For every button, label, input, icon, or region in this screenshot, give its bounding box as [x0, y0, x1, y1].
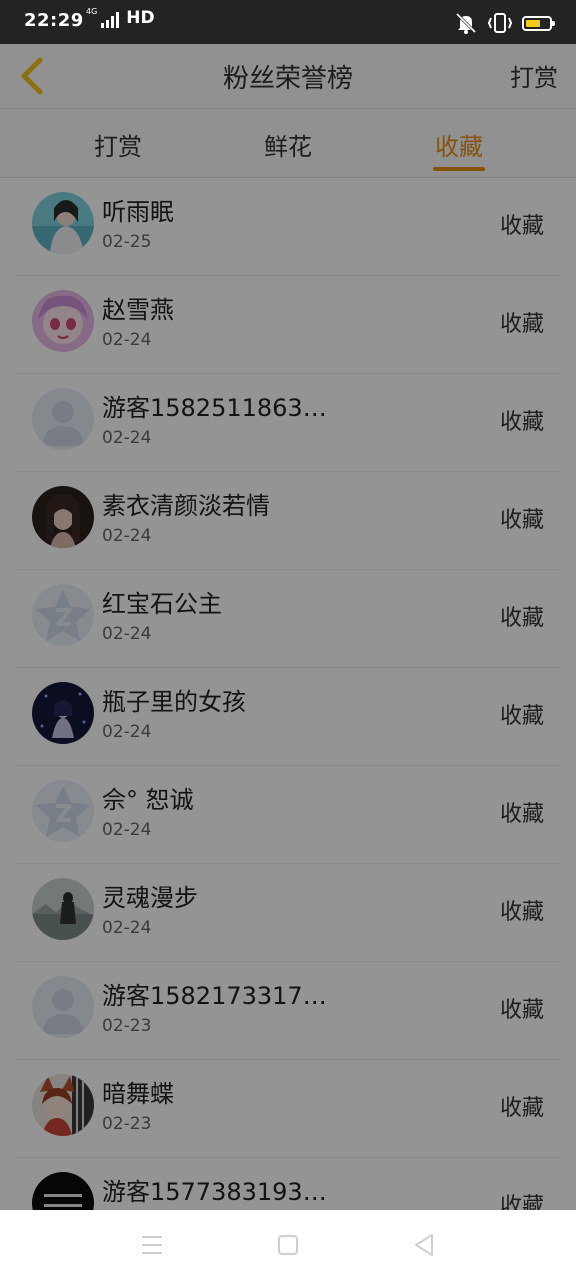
mute-bell-icon [455, 12, 477, 34]
list-item[interactable]: 佘° 恕诚 02-24 收藏 [16, 766, 560, 864]
tab-reward[interactable]: 打赏 [63, 127, 173, 162]
list-item[interactable]: 游客1582511863… 02-24 收藏 [16, 374, 560, 472]
battery-icon [522, 15, 555, 31]
favorite-label: 收藏 [499, 312, 544, 337]
date-label: 02-24 [102, 526, 152, 546]
favorite-label: 收藏 [499, 606, 544, 631]
fan-list: 听雨眠 02-25 收藏 赵雪燕 02-24 收藏 游客1582511863… 02-24 收藏… [0, 178, 576, 1256]
hd-label: HD [126, 8, 155, 28]
reward-button[interactable]: 打赏 [510, 58, 558, 93]
avatar[interactable] [32, 682, 94, 744]
network-type: 4G [86, 7, 98, 16]
date-label: 02-24 [102, 330, 152, 350]
favorite-label: 收藏 [499, 508, 544, 533]
menu-icon[interactable] [139, 1232, 165, 1258]
list-item[interactable]: 听雨眠 02-25 收藏 [16, 178, 560, 276]
page-title: 粉丝荣誉榜 [222, 64, 353, 94]
list-item[interactable]: 素衣清颜淡若情 02-24 收藏 [16, 472, 560, 570]
vibrate-icon [488, 13, 512, 33]
favorite-label: 收藏 [499, 802, 544, 827]
favorite-label: 收藏 [499, 704, 544, 729]
user-name: 瓶子里的女孩 [102, 688, 246, 716]
date-label: 02-24 [102, 428, 152, 448]
user-name: 赵雪燕 [102, 296, 174, 324]
tab-indicator [433, 167, 485, 171]
user-name: 游客1577383193… [102, 1178, 327, 1206]
list-item[interactable]: 灵魂漫步 02-24 收藏 [16, 864, 560, 962]
avatar[interactable] [32, 584, 94, 646]
back-triangle-icon[interactable] [411, 1232, 437, 1258]
favorite-label: 收藏 [499, 900, 544, 925]
date-label: 02-23 [102, 1016, 152, 1036]
avatar[interactable] [32, 388, 94, 450]
user-name: 佘° 恕诚 [102, 786, 194, 814]
date-label: 02-24 [102, 820, 152, 840]
favorite-label: 收藏 [499, 998, 544, 1023]
date-label: 02-24 [102, 722, 152, 742]
status-time: 22:29 [24, 10, 84, 31]
navigation-bar [0, 1210, 576, 1280]
status-bar: 22:29 4G HD [0, 0, 576, 44]
date-label: 02-24 [102, 918, 152, 938]
list-item[interactable]: 游客1582173317… 02-23 收藏 [16, 962, 560, 1060]
avatar[interactable] [32, 780, 94, 842]
list-item[interactable]: 瓶子里的女孩 02-24 收藏 [16, 668, 560, 766]
avatar[interactable] [32, 486, 94, 548]
user-name: 素衣清颜淡若情 [102, 492, 270, 520]
home-icon[interactable] [275, 1232, 301, 1258]
avatar[interactable] [32, 192, 94, 254]
favorite-label: 收藏 [499, 214, 544, 239]
date-label: 02-24 [102, 624, 152, 644]
favorite-label: 收藏 [499, 410, 544, 435]
avatar[interactable] [32, 976, 94, 1038]
user-name: 暗舞蝶 [102, 1080, 174, 1108]
avatar[interactable] [32, 878, 94, 940]
user-name: 游客1582173317… [102, 982, 327, 1010]
list-item[interactable]: 暗舞蝶 02-23 收藏 [16, 1060, 560, 1158]
avatar[interactable] [32, 1074, 94, 1136]
tab-flowers[interactable]: 鲜花 [233, 127, 343, 162]
user-name: 红宝石公主 [102, 590, 222, 618]
tab-bar: 打赏 鲜花 收藏 [0, 109, 576, 178]
list-item[interactable]: 红宝石公主 02-24 收藏 [16, 570, 560, 668]
user-name: 游客1582511863… [102, 394, 327, 422]
signal-icon [101, 12, 120, 28]
tab-favorites[interactable]: 收藏 [404, 127, 514, 162]
header: 粉丝荣誉榜 打赏 [0, 44, 576, 109]
user-name: 听雨眠 [102, 198, 174, 226]
date-label: 02-25 [102, 232, 152, 252]
network-indicator: 4G HD [86, 8, 155, 28]
favorite-label: 收藏 [499, 1096, 544, 1121]
date-label: 02-23 [102, 1114, 152, 1134]
avatar[interactable] [32, 290, 94, 352]
user-name: 灵魂漫步 [102, 884, 198, 912]
list-item[interactable]: 赵雪燕 02-24 收藏 [16, 276, 560, 374]
